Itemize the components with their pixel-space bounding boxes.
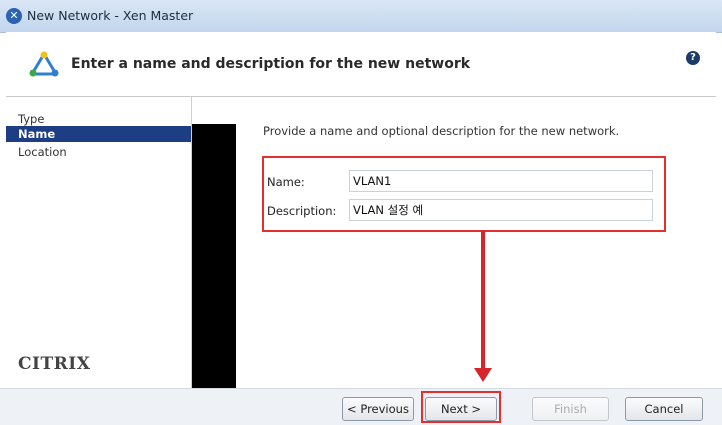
- xencenter-app-icon: ✕: [6, 8, 22, 24]
- help-icon[interactable]: ?: [686, 51, 700, 65]
- previous-button[interactable]: < Previous: [342, 397, 414, 421]
- fields-highlight-box: [262, 156, 666, 232]
- wizard-content: Provide a name and optional description …: [237, 97, 716, 388]
- citrix-logo: CITRIX: [18, 354, 91, 374]
- step-name[interactable]: Name: [6, 126, 191, 142]
- wizard-footer: < Previous Next > Finish Cancel: [0, 388, 722, 425]
- wizard-header: Enter a name and description for the new…: [6, 32, 716, 97]
- next-highlight-box: [421, 391, 501, 423]
- network-wizard-icon: [29, 51, 59, 77]
- cancel-button[interactable]: Cancel: [625, 397, 703, 421]
- annotation-arrowhead: [474, 368, 492, 382]
- step-location[interactable]: Location: [6, 144, 191, 160]
- step-type[interactable]: Type: [6, 111, 191, 127]
- annotation-arrow-line: [481, 230, 485, 372]
- window-title: New Network - Xen Master: [27, 8, 194, 23]
- intro-text: Provide a name and optional description …: [263, 124, 620, 138]
- finish-button[interactable]: Finish: [532, 397, 609, 421]
- sidebar-divider: [192, 124, 236, 388]
- wizard-steps-sidebar: Type Name Location CITRIX: [6, 97, 192, 388]
- page-heading: Enter a name and description for the new…: [71, 56, 471, 72]
- title-bar: ✕ New Network - Xen Master: [0, 0, 722, 33]
